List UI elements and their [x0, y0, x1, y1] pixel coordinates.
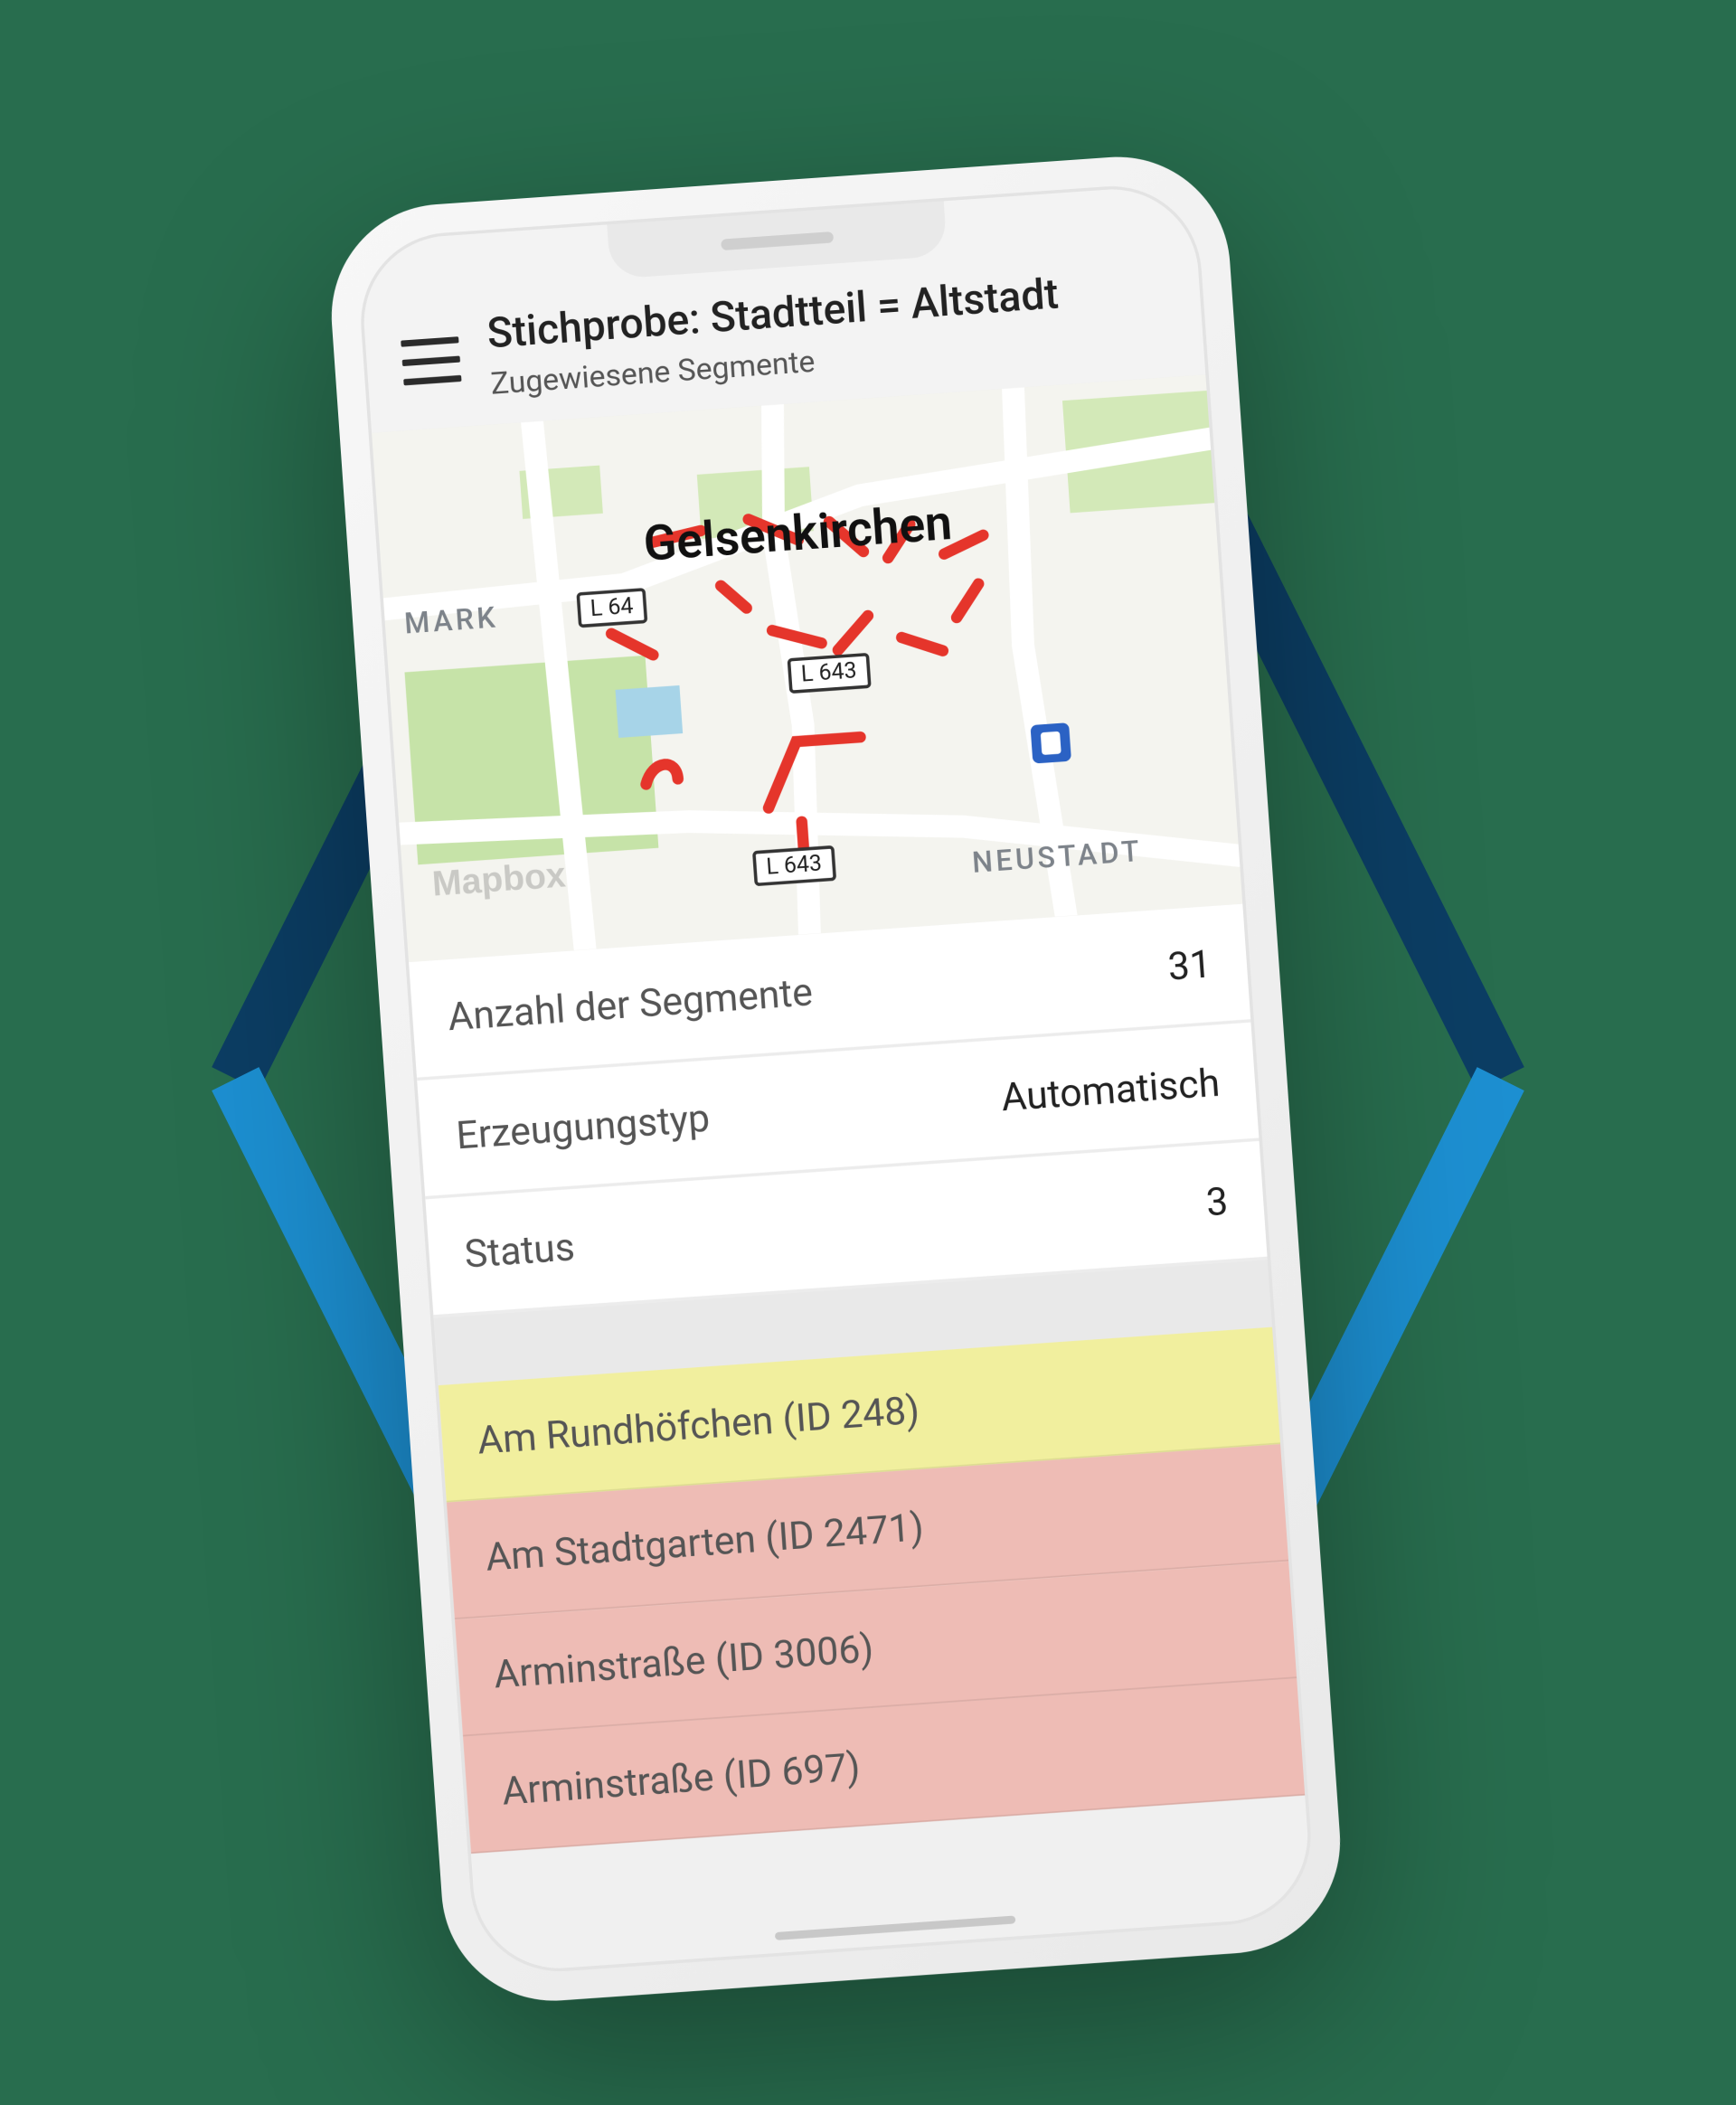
segment-list: Am Rundhöfchen (ID 248) Am Stadtgarten (… [439, 1327, 1314, 1974]
info-label: Status [463, 1224, 576, 1277]
road-shield: L 643 [752, 845, 836, 886]
menu-icon[interactable] [401, 336, 461, 385]
info-value: 31 [1166, 941, 1212, 989]
info-label: Erzeugungstyp [455, 1096, 712, 1158]
info-label: Anzahl der Segmente [447, 969, 815, 1040]
info-section: Anzahl der Segmente 31 Erzeugungstyp Aut… [409, 904, 1268, 1318]
app-screen: Stichprobe: Stadtteil = Altstadt Zugewie… [358, 184, 1313, 1974]
segment-label: Arminstraße (ID 697) [501, 1744, 862, 1814]
segment-label: Am Stadtgarten (ID 2471) [485, 1505, 926, 1581]
info-value: 3 [1204, 1179, 1229, 1225]
road-shield: L 64 [576, 588, 647, 628]
transit-icon [1030, 722, 1071, 764]
info-value: Automatisch [1000, 1061, 1222, 1121]
map-mark-label: MARK [403, 601, 499, 642]
segment-label: Arminstraße (ID 3006) [493, 1626, 875, 1697]
segment-label: Am Rundhöfchen (ID 248) [476, 1388, 921, 1464]
road-shield: L 643 [788, 653, 872, 694]
phone-mockup: Stichprobe: Stadtteil = Altstadt Zugewie… [324, 149, 1347, 2008]
map-view[interactable]: Gelsenkirchen NEUSTADT MARK Mapbox L 64 … [372, 374, 1242, 962]
